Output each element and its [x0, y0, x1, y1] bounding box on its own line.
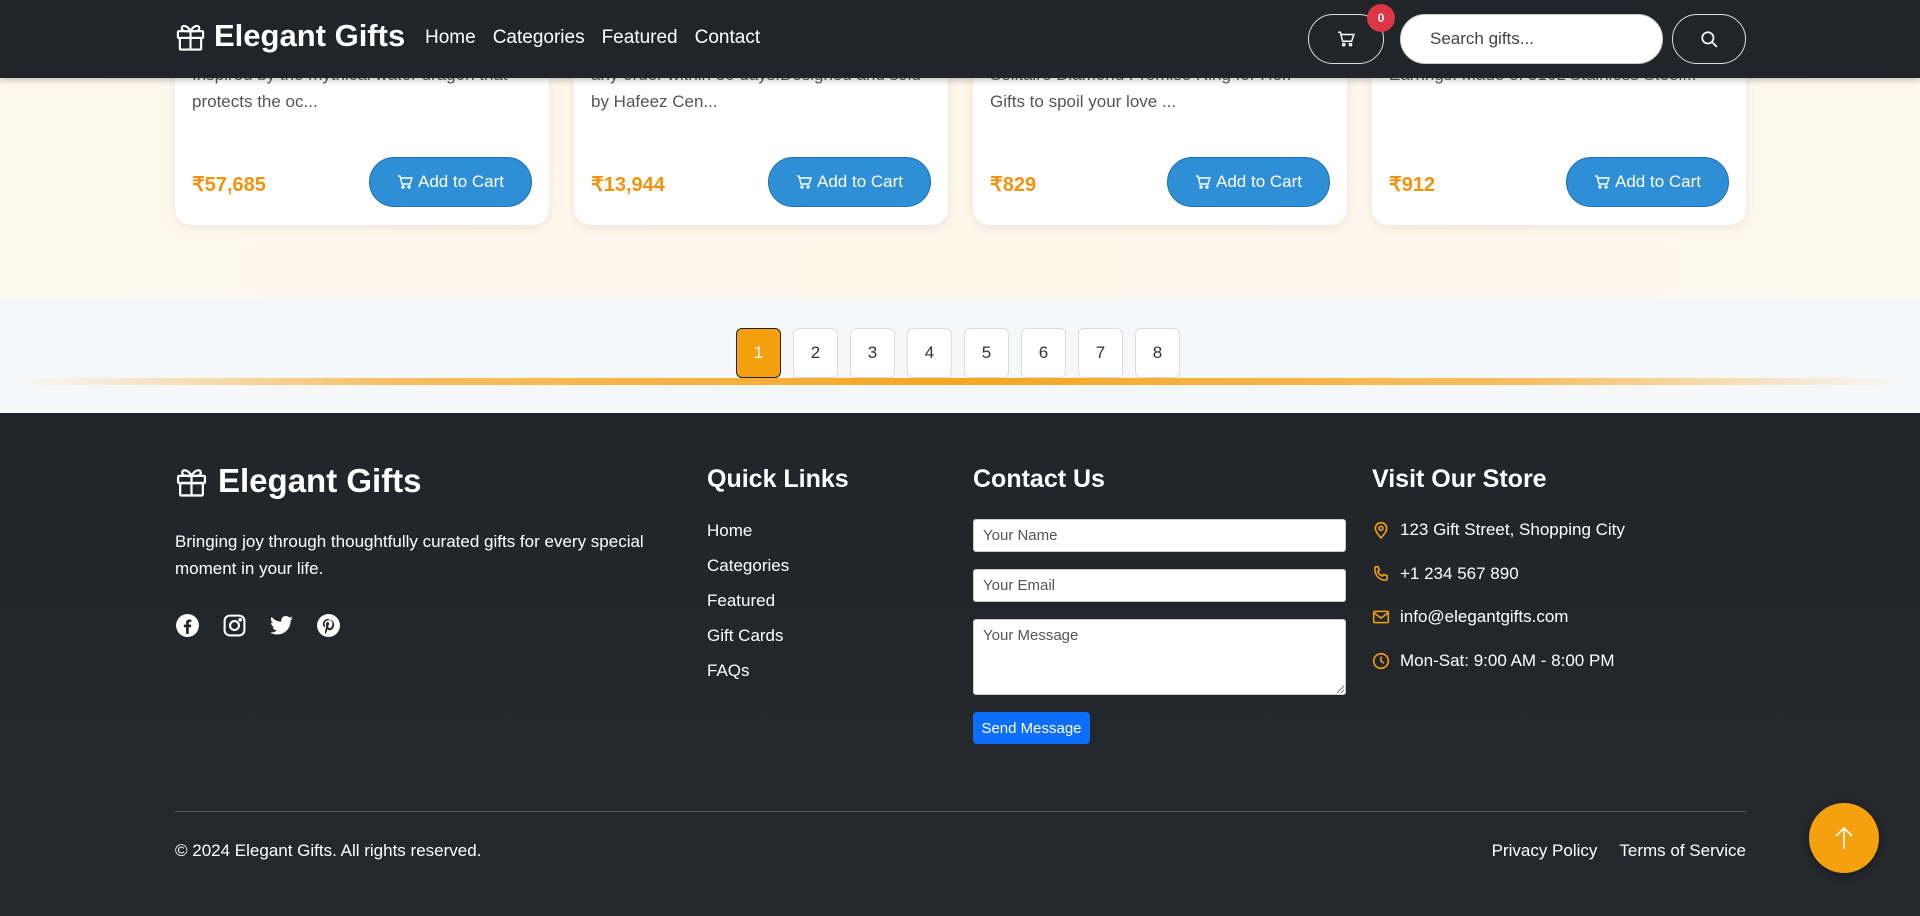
store-address: 123 Gift Street, Shopping City: [1372, 520, 1625, 540]
terms-of-service-link[interactable]: Terms of Service: [1619, 841, 1746, 861]
location-pin-icon: [1374, 521, 1388, 539]
footer-link-gift-cards[interactable]: Gift Cards: [707, 626, 789, 646]
cart-icon: [398, 175, 413, 189]
nav-link-categories[interactable]: Categories: [493, 27, 585, 49]
page-button[interactable]: 4: [907, 328, 952, 378]
product-price: ₹912: [1389, 174, 1436, 196]
arrow-up-icon: [1835, 826, 1853, 849]
footer-link-home[interactable]: Home: [707, 521, 789, 541]
footer-brand[interactable]: Elegant Gifts: [175, 462, 422, 500]
navbar: Elegant Gifts Home Categories Featured C…: [0, 0, 1920, 78]
page-button[interactable]: 5: [964, 328, 1009, 378]
message-field[interactable]: [973, 619, 1346, 695]
page-button[interactable]: 6: [1021, 328, 1066, 378]
footer-brand-name: Elegant Gifts: [218, 462, 422, 499]
email-field[interactable]: [973, 569, 1346, 602]
store-title: Visit Our Store: [1372, 465, 1547, 493]
search-icon: [1701, 31, 1718, 48]
store-address-text: 123 Gift Street, Shopping City: [1400, 520, 1625, 539]
footer-about-text: Bringing joy through thoughtfully curate…: [175, 532, 644, 578]
cart-icon: [1196, 175, 1211, 189]
facebook-icon[interactable]: [175, 613, 200, 638]
quick-links-title: Quick Links: [707, 465, 849, 493]
product-price: ₹829: [990, 174, 1037, 196]
store-email: info@elegantgifts.com: [1372, 607, 1568, 627]
store-email-text: info@elegantgifts.com: [1400, 607, 1569, 626]
footer-link-featured[interactable]: Featured: [707, 591, 789, 611]
nav-link-contact[interactable]: Contact: [695, 27, 760, 49]
gift-icon: [176, 469, 207, 497]
cart-icon: [1338, 31, 1355, 47]
add-to-cart-button[interactable]: Add to Cart: [369, 157, 532, 207]
add-to-cart-label: Add to Cart: [1216, 172, 1302, 191]
back-to-top-button[interactable]: [1809, 803, 1879, 873]
quick-links: Home Categories Featured Gift Cards FAQs: [707, 521, 789, 696]
nav-menu: Home Categories Featured Contact: [425, 27, 760, 49]
cart-icon: [797, 175, 812, 189]
envelope-icon: [1372, 610, 1390, 624]
nav-link-home[interactable]: Home: [425, 27, 476, 49]
legal-links: Privacy Policy Terms of Service: [1492, 841, 1746, 861]
page-button-active[interactable]: 1: [736, 328, 781, 378]
product-price: ₹57,685: [192, 174, 266, 196]
decorative-line: [20, 378, 1900, 385]
pagination: 1 2 3 4 5 6 7 8: [736, 328, 1180, 378]
brand-logo[interactable]: Elegant Gifts: [175, 18, 405, 54]
cart-icon: [1595, 175, 1610, 189]
page-button[interactable]: 8: [1135, 328, 1180, 378]
name-field[interactable]: [973, 519, 1346, 552]
footer-link-categories[interactable]: Categories: [707, 556, 789, 576]
send-message-button[interactable]: Send Message: [973, 712, 1090, 744]
cart-count-badge: 0: [1367, 4, 1395, 32]
footer-link-faqs[interactable]: FAQs: [707, 661, 789, 681]
footer: Elegant Gifts Bringing joy through thoug…: [0, 413, 1920, 916]
brand-name: Elegant Gifts: [214, 18, 406, 53]
store-phone-text: +1 234 567 890: [1400, 564, 1519, 583]
copyright-text: © 2024 Elegant Gifts. All rights reserve…: [175, 841, 482, 860]
product-price: ₹13,944: [591, 174, 665, 196]
footer-divider: [175, 811, 1746, 812]
search-input[interactable]: [1400, 14, 1663, 64]
contact-title: Contact Us: [973, 465, 1105, 493]
social-links: [175, 613, 341, 638]
page-button[interactable]: 7: [1078, 328, 1123, 378]
add-to-cart-button[interactable]: Add to Cart: [1167, 157, 1330, 207]
twitter-icon[interactable]: [269, 613, 294, 638]
privacy-policy-link[interactable]: Privacy Policy: [1492, 841, 1598, 861]
cart-button[interactable]: 0: [1308, 4, 1395, 64]
store-hours-text: Mon-Sat: 9:00 AM - 8:00 PM: [1400, 651, 1615, 670]
instagram-icon[interactable]: [222, 613, 247, 638]
add-to-cart-button[interactable]: Add to Cart: [768, 157, 931, 207]
add-to-cart-label: Add to Cart: [418, 172, 504, 191]
store-hours: Mon-Sat: 9:00 AM - 8:00 PM: [1372, 651, 1614, 671]
add-to-cart-label: Add to Cart: [817, 172, 903, 191]
store-phone: +1 234 567 890: [1372, 564, 1519, 584]
add-to-cart-label: Add to Cart: [1615, 172, 1701, 191]
pinterest-icon[interactable]: [316, 613, 341, 638]
gift-icon: [176, 24, 205, 51]
search-button[interactable]: [1672, 14, 1746, 64]
nav-link-featured[interactable]: Featured: [602, 27, 678, 49]
page-button[interactable]: 2: [793, 328, 838, 378]
add-to-cart-button[interactable]: Add to Cart: [1566, 157, 1729, 207]
phone-icon: [1374, 565, 1388, 581]
page-button[interactable]: 3: [850, 328, 895, 378]
clock-icon: [1372, 652, 1390, 670]
